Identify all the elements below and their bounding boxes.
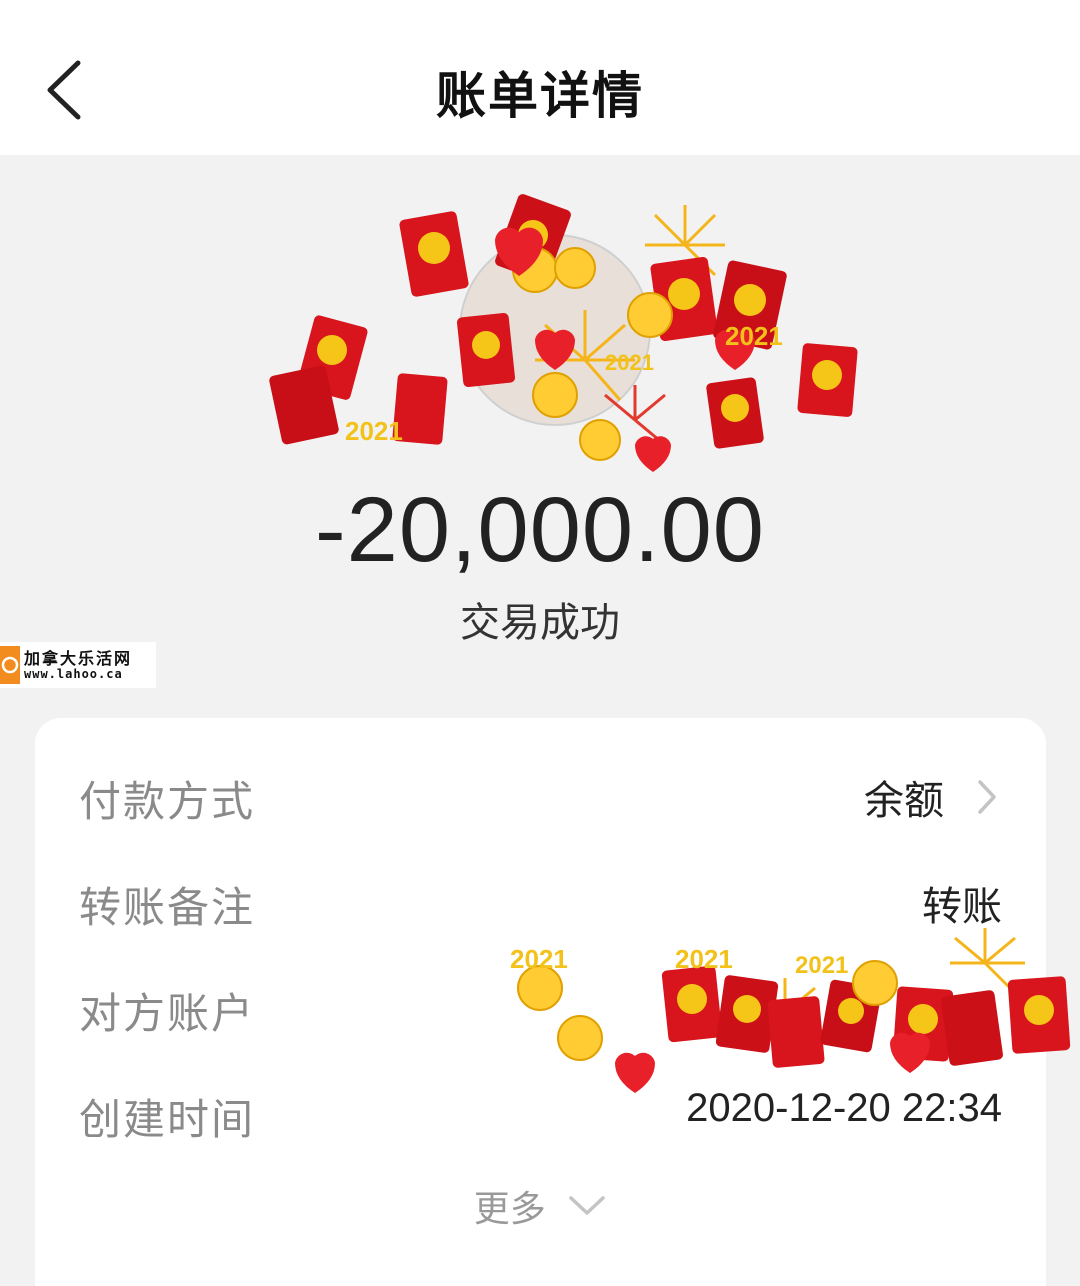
created-time-label: 创建时间 xyxy=(79,1095,256,1144)
payment-method-label: 付款方式 xyxy=(79,777,256,826)
page-title: 账单详情 xyxy=(436,67,644,125)
payment-method-value: 余额 xyxy=(864,778,944,824)
chevron-down-icon xyxy=(569,1196,605,1215)
watermark-url: www.lahoo.ca xyxy=(24,667,123,681)
created-time-row: 创建时间 2020-12-20 22:34 xyxy=(79,1072,1002,1152)
counterparty-label: 对方账户 xyxy=(79,989,256,1038)
avatar-sticker-overlay: 2021 2021 2021 xyxy=(255,190,885,480)
svg-text:2021: 2021 xyxy=(605,350,654,375)
more-label: 更多 xyxy=(473,1189,546,1230)
svg-text:2021: 2021 xyxy=(675,944,733,974)
watermark-badge: 加拿大乐活网 www.lahoo.ca xyxy=(0,642,156,688)
chevron-right-icon xyxy=(978,780,996,814)
nav-header: 账单详情 xyxy=(0,0,1080,155)
remark-label: 转账备注 xyxy=(79,883,256,932)
transaction-status: 交易成功 xyxy=(460,600,620,646)
svg-text:2021: 2021 xyxy=(510,944,568,974)
more-button[interactable]: 更多 xyxy=(35,1180,1046,1232)
details-card: 付款方式 余额 转账备注 转账 对方账户 2021 2021 2021 创建时间… xyxy=(35,718,1071,1286)
svg-text:2021: 2021 xyxy=(345,416,403,446)
watermark-logo-icon xyxy=(0,646,20,684)
transaction-amount: -20,000.00 xyxy=(315,479,765,581)
payment-method-row[interactable]: 付款方式 余额 xyxy=(79,754,1002,834)
svg-text:2021: 2021 xyxy=(795,952,848,979)
svg-text:2021: 2021 xyxy=(725,321,783,351)
created-time-value: 2020-12-20 22:34 xyxy=(686,1086,1002,1130)
red-envelope-fireworks-sticker: 2021 2021 2021 xyxy=(269,194,858,472)
watermark-name: 加拿大乐活网 xyxy=(24,649,133,668)
